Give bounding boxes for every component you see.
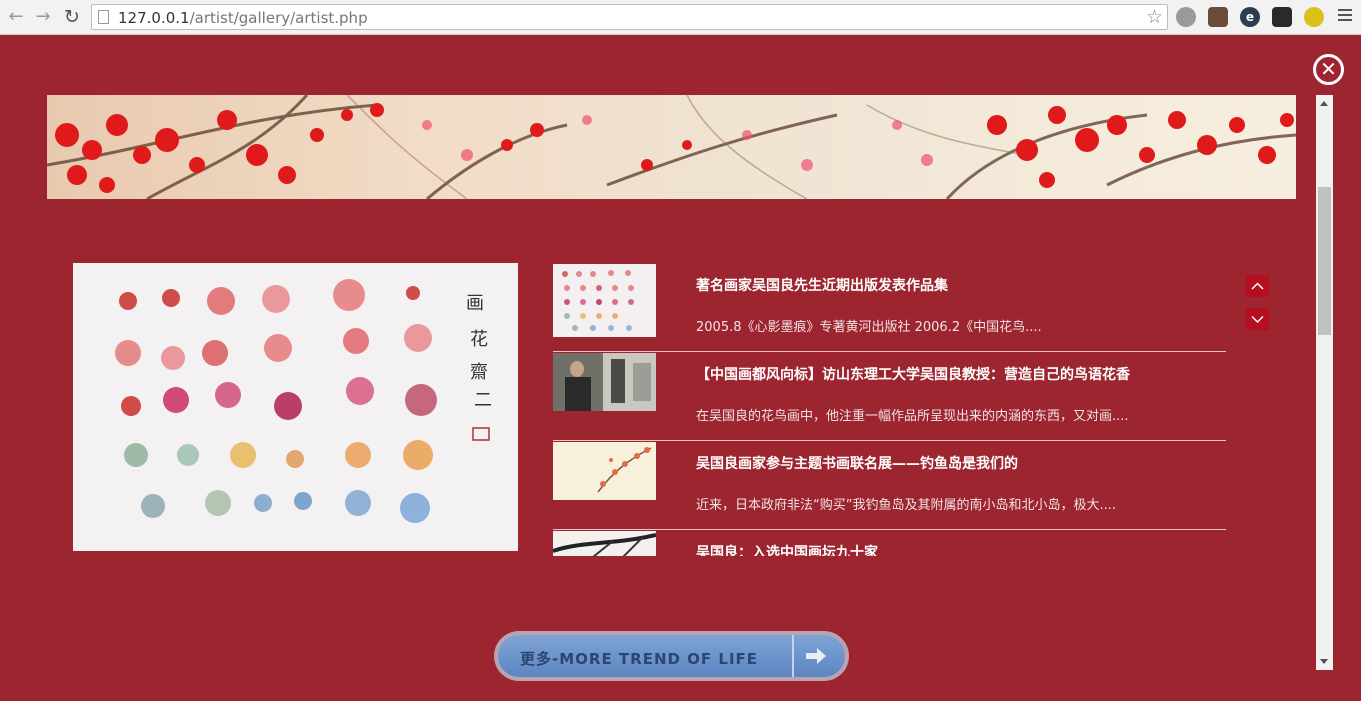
list-item[interactable]: 吴国良：入选中国画坛九十家: [553, 530, 1226, 556]
scrollbar-thumb[interactable]: [1318, 187, 1331, 335]
url-text[interactable]: 127.0.0.1/artist/gallery/artist.php: [118, 9, 368, 27]
coin-extension-icon[interactable]: [1304, 7, 1324, 27]
list-scroll-up-button[interactable]: [1246, 275, 1269, 297]
list-item[interactable]: 吴国良画家参与主题书画联名展——钓鱼岛是我们的 近来，日本政府非法“购买”我钓鱼…: [553, 441, 1226, 530]
flower-painting: 画 花 齋 二: [115, 279, 492, 523]
chevron-down-icon: [1251, 315, 1264, 324]
news-thumb-image: [553, 531, 656, 556]
news-title[interactable]: 著名画家吴国良先生近期出版发表作品集: [696, 275, 948, 295]
news-thumb-image: [553, 353, 656, 411]
svg-text:画: 画: [466, 293, 484, 314]
close-icon: ✕: [1320, 57, 1337, 81]
scroll-up-arrow-icon[interactable]: [1320, 101, 1328, 106]
list-scroll-down-button[interactable]: [1246, 308, 1269, 330]
back-arrow-icon[interactable]: ←: [5, 6, 27, 28]
close-button[interactable]: ✕: [1313, 54, 1344, 85]
news-summary: 2005.8《心影墨痕》专著黄河出版社 2006.2《中国花鸟....: [696, 320, 1042, 335]
svg-text:二: 二: [474, 390, 492, 411]
news-thumbnail[interactable]: [553, 442, 656, 515]
more-button-divider: [792, 635, 794, 677]
list-item[interactable]: 著名画家吴国良先生近期出版发表作品集 2005.8《心影墨痕》专著黄河出版社 2…: [553, 263, 1226, 352]
news-thumbnail[interactable]: [553, 531, 656, 556]
news-thumb-image: [553, 264, 656, 337]
svg-text:齋: 齋: [470, 362, 488, 383]
url-path: /artist/gallery/artist.php: [189, 9, 368, 27]
news-summary: 近来，日本政府非法“购买”我钓鱼岛及其附属的南小岛和北小岛，极大....: [696, 498, 1116, 513]
forward-arrow-icon[interactable]: →: [32, 6, 54, 28]
news-summary: 在吴国良的花鸟画中，他注重一幅作品所呈现出来的内涵的东西，又对画....: [696, 409, 1129, 424]
camera-extension-icon[interactable]: [1208, 7, 1228, 27]
news-thumbnail[interactable]: [553, 264, 656, 337]
news-title[interactable]: 吴国良：入选中国画坛九十家: [696, 542, 878, 556]
chevron-up-icon: [1251, 282, 1264, 290]
featured-artwork[interactable]: 画 花 齋 二: [73, 263, 518, 551]
e-extension-icon[interactable]: e: [1240, 7, 1260, 27]
more-button-label: 更多-MORE TREND OF LIFE: [520, 650, 759, 668]
plum-blossom-banner: [47, 95, 1296, 199]
reload-icon[interactable]: ↻: [61, 6, 83, 28]
more-button[interactable]: 更多-MORE TREND OF LIFE: [494, 631, 849, 681]
more-button-face: 更多-MORE TREND OF LIFE: [498, 635, 845, 677]
globe-extension-icon[interactable]: [1176, 7, 1196, 27]
bookmark-star-icon[interactable]: ☆: [1146, 6, 1163, 28]
browser-toolbar: ← → ↻ 127.0.0.1/artist/gallery/artist.ph…: [0, 0, 1361, 35]
news-thumb-image: [553, 442, 656, 500]
scroll-down-arrow-icon[interactable]: [1320, 659, 1328, 664]
news-title[interactable]: 吴国良画家参与主题书画联名展——钓鱼岛是我们的: [696, 453, 1018, 473]
banner-painting: [47, 95, 1296, 199]
ghost-extension-icon[interactable]: [1272, 7, 1292, 27]
list-item[interactable]: 【中国画都风向标】访山东理工大学吴国良教授：营造自己的鸟语花香 在吴国良的花鸟画…: [553, 352, 1226, 441]
page-scrollbar[interactable]: [1316, 95, 1333, 670]
svg-text:花: 花: [470, 329, 488, 350]
arrow-right-icon: [806, 648, 826, 664]
news-title[interactable]: 【中国画都风向标】访山东理工大学吴国良教授：营造自己的鸟语花香: [696, 364, 1130, 384]
news-list: 著名画家吴国良先生近期出版发表作品集 2005.8《心影墨痕》专著黄河出版社 2…: [553, 263, 1226, 556]
page-icon: [98, 10, 109, 24]
menu-icon[interactable]: [1338, 9, 1352, 24]
address-bar[interactable]: 127.0.0.1/artist/gallery/artist.php ☆: [91, 4, 1168, 30]
news-thumbnail[interactable]: [553, 353, 656, 426]
url-host: 127.0.0.1: [118, 9, 190, 27]
